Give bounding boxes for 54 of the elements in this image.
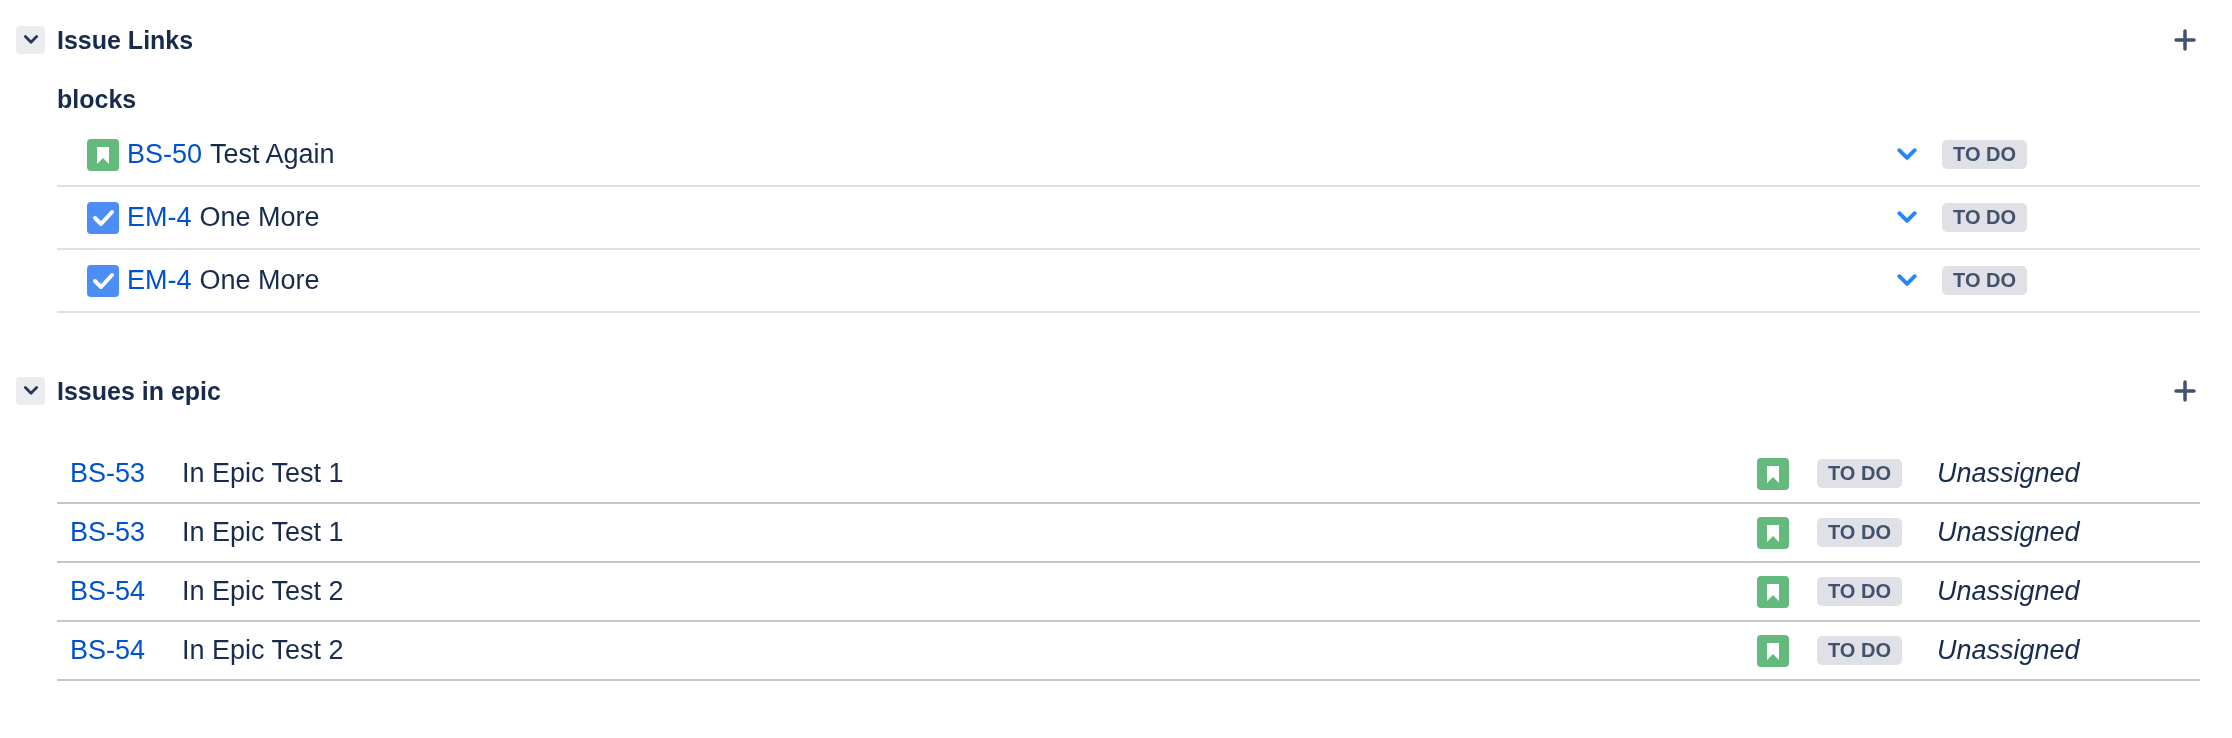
assignee-text: Unassigned: [1937, 458, 2081, 489]
bookmark-icon: [1757, 634, 1789, 667]
epic-issue-row[interactable]: BS-53 In Epic Test 1 TO DO Unassigned: [57, 445, 2200, 504]
chevron-down-icon: [1896, 210, 1919, 225]
bookmark-icon: [1757, 516, 1789, 549]
status-lozenge[interactable]: TO DO: [1942, 203, 2027, 232]
issue-summary: In Epic Test 1: [182, 458, 345, 489]
status-lozenge[interactable]: TO DO: [1817, 459, 1902, 488]
issue-summary: In Epic Test 2: [182, 635, 345, 666]
issue-key-link[interactable]: BS-54: [70, 635, 182, 666]
issue-summary: In Epic Test 1: [182, 517, 345, 548]
chevron-down-icon: [22, 35, 39, 45]
status-lozenge[interactable]: TO DO: [1817, 518, 1902, 547]
assignee-text: Unassigned: [1937, 635, 2081, 666]
epic-issue-row[interactable]: BS-53 In Epic Test 1 TO DO Unassigned: [57, 504, 2200, 563]
collapse-toggle[interactable]: [16, 26, 45, 54]
bookmark-icon: [1757, 575, 1789, 608]
collapse-toggle[interactable]: [16, 377, 45, 405]
issue-key-link[interactable]: BS-50: [127, 139, 203, 170]
link-type-label: blocks: [57, 83, 138, 115]
epic-issue-row[interactable]: BS-54 In Epic Test 2 TO DO Unassigned: [57, 622, 2200, 681]
issue-summary: In Epic Test 2: [182, 576, 345, 607]
expand-button[interactable]: [1896, 147, 1919, 162]
chevron-down-icon: [22, 386, 39, 396]
linked-issue-row[interactable]: EM-4 One More TO DO: [57, 187, 2200, 250]
status-lozenge[interactable]: TO DO: [1942, 266, 2027, 295]
expand-button[interactable]: [1896, 210, 1919, 225]
assignee-text: Unassigned: [1937, 517, 2081, 548]
status-lozenge[interactable]: TO DO: [1817, 636, 1902, 665]
chevron-down-icon: [1896, 147, 1919, 162]
issue-summary: One More: [199, 265, 320, 296]
status-lozenge[interactable]: TO DO: [1942, 140, 2027, 169]
bookmark-icon: [87, 138, 119, 171]
issue-key-link[interactable]: BS-54: [70, 576, 182, 607]
expand-button[interactable]: [1896, 273, 1919, 288]
linked-issue-row[interactable]: BS-50 Test Again TO DO: [57, 124, 2200, 187]
checkmark-icon: [87, 264, 119, 297]
add-icon: [2174, 380, 2196, 402]
add-icon: [2174, 29, 2196, 51]
checkmark-icon: [87, 201, 119, 234]
status-lozenge[interactable]: TO DO: [1817, 577, 1902, 606]
section-title: Issues in epic: [57, 376, 222, 406]
section-title: Issue Links: [57, 25, 195, 55]
issue-key-link[interactable]: BS-53: [70, 517, 182, 548]
issue-key-link[interactable]: EM-4: [127, 202, 192, 233]
issue-summary: One More: [199, 202, 320, 233]
assignee-text: Unassigned: [1937, 576, 2081, 607]
issue-key-link[interactable]: EM-4: [127, 265, 192, 296]
linked-issue-row[interactable]: EM-4 One More TO DO: [57, 250, 2200, 313]
epic-issue-row[interactable]: BS-54 In Epic Test 2 TO DO Unassigned: [57, 563, 2200, 622]
bookmark-icon: [1757, 457, 1789, 490]
issue-key-link[interactable]: BS-53: [70, 458, 182, 489]
issue-summary: Test Again: [210, 139, 335, 170]
chevron-down-icon: [1896, 273, 1919, 288]
